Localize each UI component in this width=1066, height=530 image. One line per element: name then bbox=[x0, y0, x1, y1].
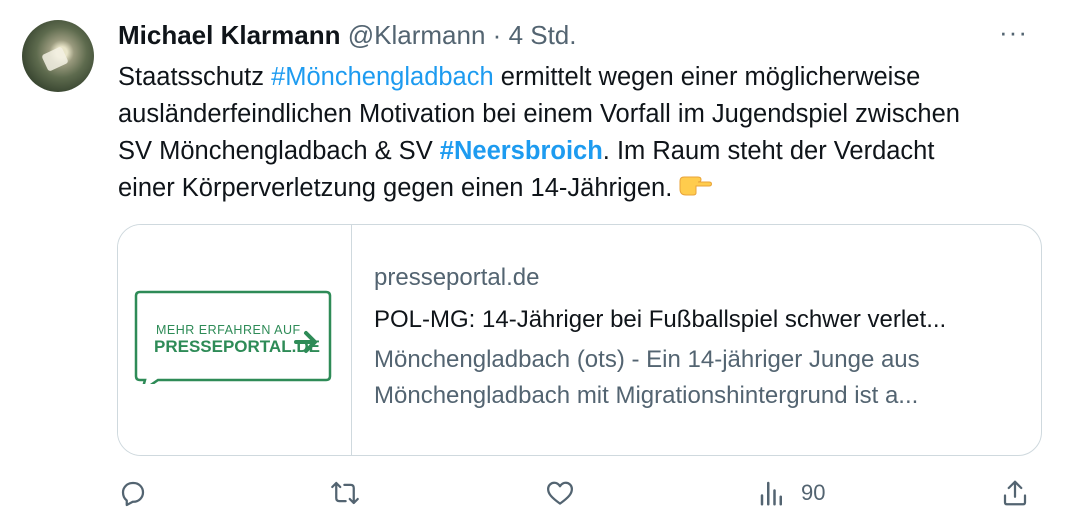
retweet-button[interactable] bbox=[330, 478, 360, 508]
separator: · bbox=[492, 20, 502, 50]
card-title: POL-MG: 14-Jähriger bei Fußballspiel sch… bbox=[374, 306, 947, 333]
views-count: 90 bbox=[801, 480, 826, 505]
tweet-text-segment: ermittelt wegen einer möglicherweise bbox=[493, 63, 921, 91]
like-button[interactable] bbox=[545, 478, 575, 508]
pointing-hand-icon bbox=[678, 171, 713, 208]
tweet-text-segment: . Im Raum steht der Verdacht bbox=[602, 137, 935, 165]
timestamp[interactable]: 4 Std. bbox=[509, 20, 577, 50]
tweet-line: Staatsschutz #Mönchengladbach ermittelt … bbox=[118, 59, 1048, 96]
tweet-line: einer Körperverletzung gegen einen 14-Jä… bbox=[118, 170, 1048, 208]
card-description-line: Mönchengladbach mit Migrationshintergrun… bbox=[374, 382, 919, 409]
tweet-line: SV Mönchengladbach & SV #Neersbroich. Im… bbox=[118, 133, 1048, 170]
logo-text-small: MEHR ERFAHREN AUF bbox=[156, 323, 301, 337]
tweet-line: ausländerfeindlichen Motivation bei eine… bbox=[118, 100, 960, 128]
card-body[interactable]: presseportal.de POL-MG: 14-Jähriger bei … bbox=[374, 261, 1024, 414]
tweet-text-segment: SV Mönchengladbach & SV bbox=[118, 137, 440, 165]
presseportal-logo: MEHR ERFAHREN AUF PRESSEPORTAL.DE bbox=[134, 290, 332, 384]
card-thumbnail[interactable]: MEHR ERFAHREN AUF PRESSEPORTAL.DE bbox=[118, 225, 352, 455]
retweet-icon bbox=[331, 481, 359, 505]
hashtag-link[interactable]: #Mönchengladbach bbox=[271, 63, 494, 91]
more-icon: ··· bbox=[999, 17, 1028, 47]
author-handle[interactable]: @Klarmann bbox=[348, 20, 486, 50]
views-button[interactable]: 90 bbox=[757, 478, 825, 508]
tweet-text-segment: einer Körperverletzung gegen einen 14-Jä… bbox=[118, 174, 673, 202]
tweet-text: Staatsschutz #Mönchengladbach ermittelt … bbox=[118, 59, 1048, 208]
tweet-header: Michael Klarmann @Klarmann · 4 Std. bbox=[118, 19, 577, 51]
reply-button[interactable] bbox=[118, 478, 148, 508]
card-domain: presseportal.de bbox=[374, 264, 540, 291]
views-icon bbox=[760, 481, 782, 506]
link-preview-card[interactable]: MEHR ERFAHREN AUF PRESSEPORTAL.DE presse… bbox=[117, 224, 1042, 456]
more-options-button[interactable]: ··· bbox=[999, 17, 1028, 47]
hashtag-link[interactable]: #Neersbroich bbox=[440, 137, 603, 165]
tweet-text-segment: Staatsschutz bbox=[118, 63, 272, 91]
action-bar: 90 bbox=[0, 478, 1066, 518]
reply-icon bbox=[121, 481, 145, 507]
share-icon bbox=[1003, 480, 1027, 506]
card-description-line: Mönchengladbach (ots) - Ein 14-jähriger … bbox=[374, 346, 920, 373]
logo-text-large: PRESSEPORTAL.DE bbox=[154, 337, 320, 356]
like-icon bbox=[547, 481, 573, 505]
avatar[interactable] bbox=[22, 20, 94, 92]
share-button[interactable] bbox=[1000, 478, 1030, 508]
author-name[interactable]: Michael Klarmann bbox=[118, 20, 341, 50]
